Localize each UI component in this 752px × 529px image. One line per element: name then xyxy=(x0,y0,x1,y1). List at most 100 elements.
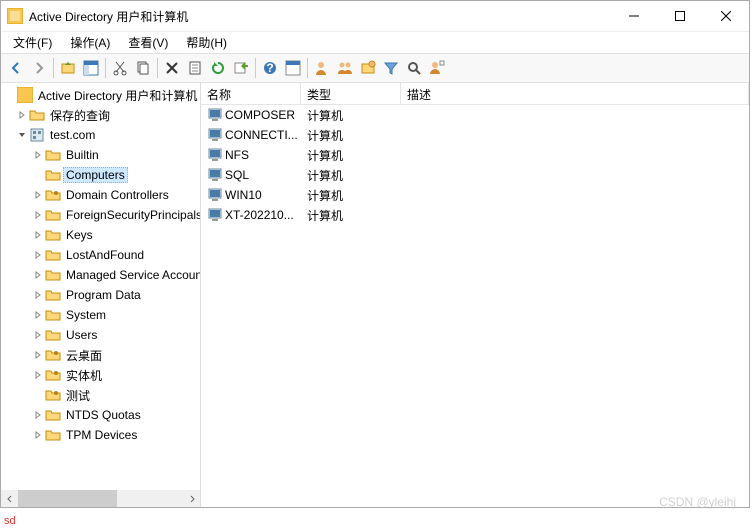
tree-item-tpm[interactable]: TPM Devices xyxy=(1,425,200,445)
col-desc[interactable]: 描述 xyxy=(401,83,749,104)
list-row[interactable]: CONNECTI...计算机 xyxy=(201,125,749,145)
export-button[interactable] xyxy=(230,57,252,79)
sd-text: sd xyxy=(4,515,16,527)
tree-item-ntds[interactable]: NTDS Quotas xyxy=(1,405,200,425)
chevron-right-icon[interactable] xyxy=(31,148,45,162)
help-button[interactable]: ? xyxy=(259,57,281,79)
tree-item-laf[interactable]: LostAndFound xyxy=(1,245,200,265)
search-button[interactable] xyxy=(403,57,425,79)
list-row[interactable]: SQL 计算机 xyxy=(201,165,749,185)
minimize-button[interactable] xyxy=(611,1,657,31)
up-button[interactable] xyxy=(57,57,79,79)
tree-item-ydm[interactable]: 云桌面 xyxy=(1,345,200,365)
chevron-right-icon[interactable] xyxy=(3,88,17,102)
col-type[interactable]: 类型 xyxy=(301,83,401,104)
spacer-icon xyxy=(31,168,45,182)
tree-root[interactable]: Active Directory 用户和计算机 xyxy=(1,85,200,105)
list-row[interactable]: WIN10计算机 xyxy=(201,185,749,205)
item-name: XT-202210... xyxy=(225,208,294,222)
folder-icon xyxy=(45,427,61,443)
item-name: CONNECTI... xyxy=(225,128,298,142)
chevron-right-icon[interactable] xyxy=(31,288,45,302)
item-name: COMPOSER xyxy=(225,108,295,122)
item-type: 计算机 xyxy=(301,187,401,204)
close-button[interactable] xyxy=(703,1,749,31)
item-type: 计算机 xyxy=(301,167,401,184)
scroll-left-button[interactable] xyxy=(1,490,18,507)
app-icon xyxy=(7,8,23,24)
add-to-group-button[interactable] xyxy=(426,57,448,79)
tree-domain[interactable]: test.com xyxy=(1,125,200,145)
show-hide-button[interactable] xyxy=(80,57,102,79)
folder-icon xyxy=(45,267,61,283)
folder-icon xyxy=(45,307,61,323)
menu-action[interactable]: 操作(A) xyxy=(62,32,118,53)
chevron-right-icon[interactable] xyxy=(31,308,45,322)
chevron-right-icon[interactable] xyxy=(31,428,45,442)
tree-pane: Active Directory 用户和计算机 保存的查询 test.com B… xyxy=(1,83,201,507)
tree-saved-queries[interactable]: 保存的查询 xyxy=(1,105,200,125)
scroll-right-button[interactable] xyxy=(183,490,200,507)
cut-button[interactable] xyxy=(109,57,131,79)
folder-icon xyxy=(45,287,61,303)
chevron-right-icon[interactable] xyxy=(31,348,45,362)
tree-item-stj[interactable]: 实体机 xyxy=(1,365,200,385)
folder-icon xyxy=(45,247,61,263)
forward-button[interactable] xyxy=(28,57,50,79)
new-user-button[interactable] xyxy=(311,57,333,79)
chevron-right-icon[interactable] xyxy=(31,248,45,262)
folder-icon xyxy=(45,327,61,343)
tree-item-sys[interactable]: System xyxy=(1,305,200,325)
copy-button[interactable] xyxy=(132,57,154,79)
find-button[interactable] xyxy=(282,57,304,79)
tree-item-fsp[interactable]: ForeignSecurityPrincipals xyxy=(1,205,200,225)
titlebar: Active Directory 用户和计算机 xyxy=(1,1,749,31)
tree-item-pd[interactable]: Program Data xyxy=(1,285,200,305)
new-ou-button[interactable] xyxy=(357,57,379,79)
list-row[interactable]: COMPOSER 计算机 xyxy=(201,105,749,125)
tree-hscrollbar[interactable] xyxy=(1,490,200,507)
new-group-button[interactable] xyxy=(334,57,356,79)
tree-item-dc[interactable]: Domain Controllers xyxy=(1,185,200,205)
tree-item-builtin[interactable]: Builtin xyxy=(1,145,200,165)
item-type: 计算机 xyxy=(301,207,401,224)
list-pane: 名称 类型 描述 COMPOSER计算机CONNECTI...计算机NFS计算机… xyxy=(201,83,749,507)
tree-item-users[interactable]: Users xyxy=(1,325,200,345)
chevron-right-icon[interactable] xyxy=(31,268,45,282)
folder-icon xyxy=(45,167,61,183)
chevron-down-icon[interactable] xyxy=(15,128,29,142)
maximize-button[interactable] xyxy=(657,1,703,31)
menu-help[interactable]: 帮助(H) xyxy=(178,32,235,53)
folder-icon xyxy=(45,407,61,423)
folder-icon xyxy=(45,227,61,243)
list-row[interactable]: NFS计算机 xyxy=(201,145,749,165)
folder-icon xyxy=(29,107,45,123)
chevron-right-icon[interactable] xyxy=(31,188,45,202)
list-row[interactable]: XT-202210... 计算机 xyxy=(201,205,749,225)
tree-item-cs[interactable]: 测试 xyxy=(1,385,200,405)
item-type: 计算机 xyxy=(301,107,401,124)
menu-view[interactable]: 查看(V) xyxy=(120,32,176,53)
computer-icon xyxy=(207,167,223,183)
window-title: Active Directory 用户和计算机 xyxy=(29,8,611,25)
col-name[interactable]: 名称 xyxy=(201,83,301,104)
chevron-right-icon[interactable] xyxy=(31,228,45,242)
refresh-button[interactable] xyxy=(207,57,229,79)
spacer-icon xyxy=(31,388,45,402)
tree-item-keys[interactable]: Keys xyxy=(1,225,200,245)
svg-text:?: ? xyxy=(266,61,273,75)
tree-item-computers[interactable]: Computers xyxy=(1,165,200,185)
chevron-right-icon[interactable] xyxy=(31,328,45,342)
filter-button[interactable] xyxy=(380,57,402,79)
chevron-right-icon[interactable] xyxy=(31,408,45,422)
chevron-right-icon[interactable] xyxy=(15,108,29,122)
item-name: SQL xyxy=(225,168,249,182)
computer-icon xyxy=(207,187,223,203)
delete-button[interactable] xyxy=(161,57,183,79)
chevron-right-icon[interactable] xyxy=(31,208,45,222)
chevron-right-icon[interactable] xyxy=(31,368,45,382)
back-button[interactable] xyxy=(5,57,27,79)
tree-item-msa[interactable]: Managed Service Accounts xyxy=(1,265,200,285)
menu-file[interactable]: 文件(F) xyxy=(5,32,60,53)
properties-button[interactable] xyxy=(184,57,206,79)
